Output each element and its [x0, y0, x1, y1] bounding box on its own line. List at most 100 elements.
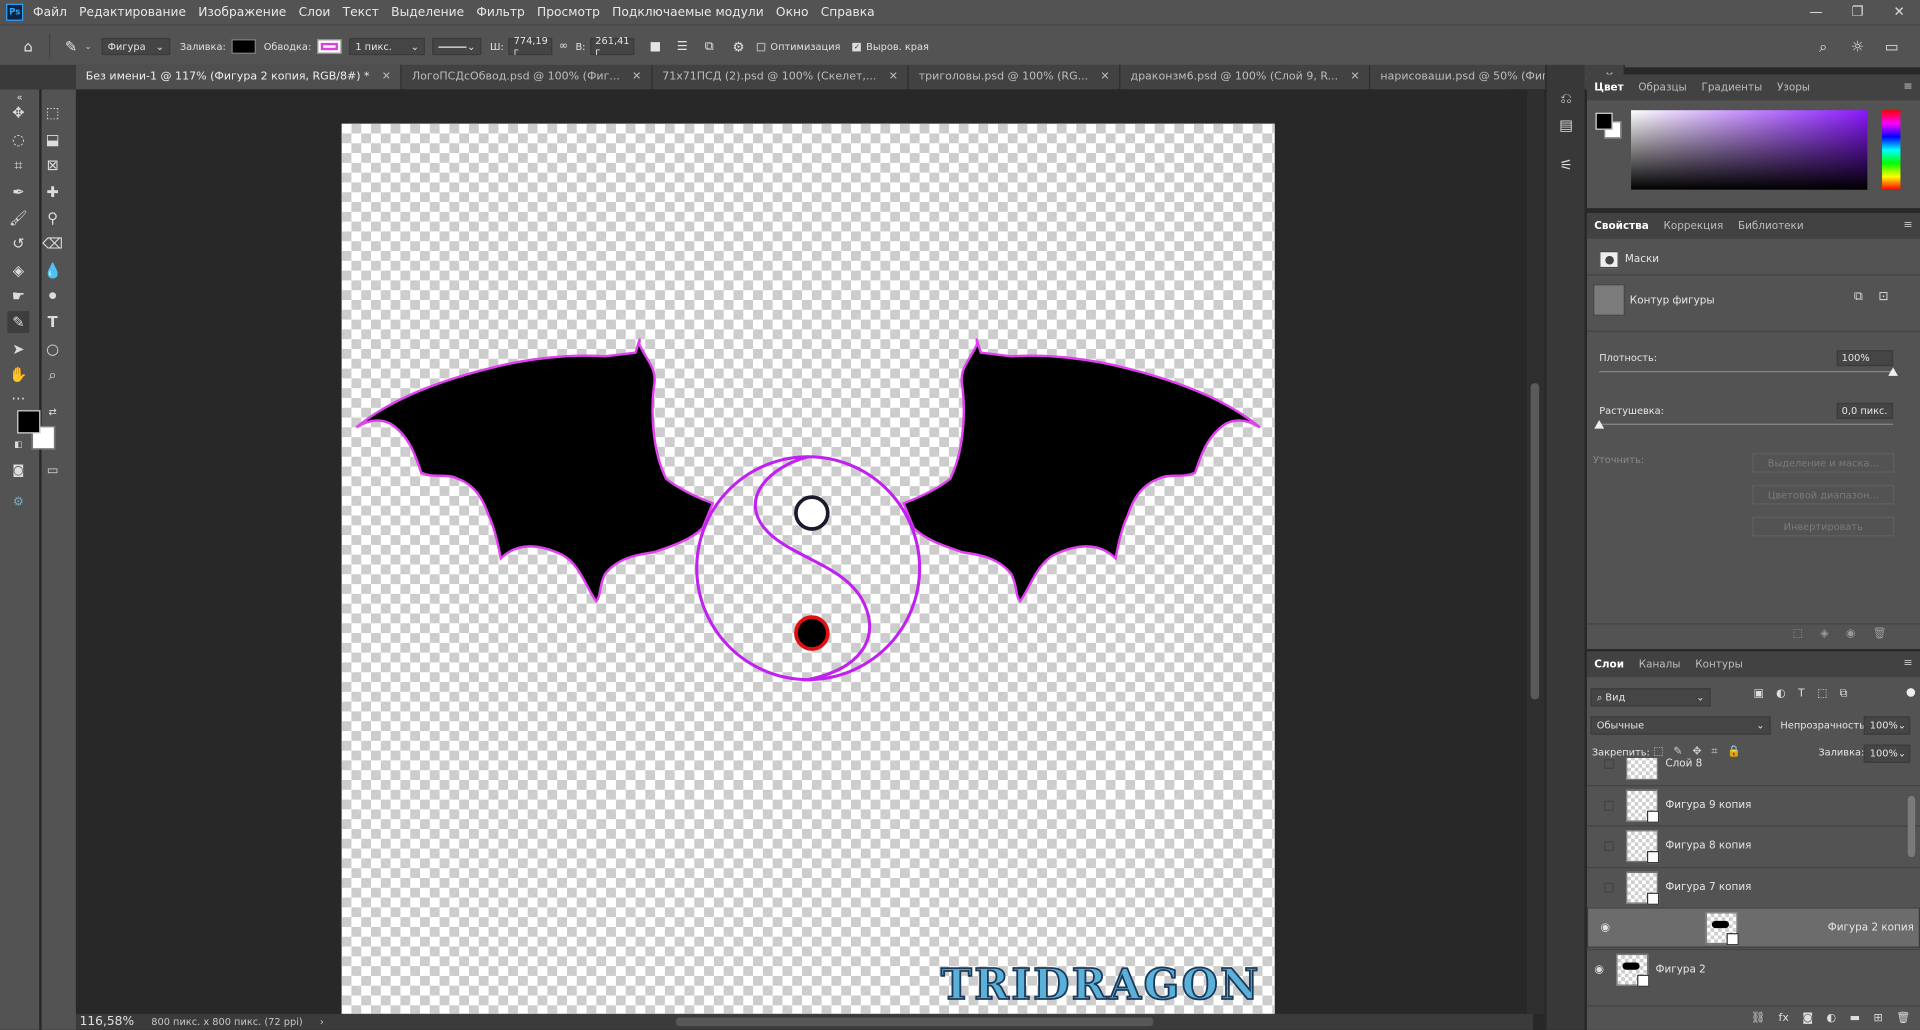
menu-0[interactable]: Файл	[33, 6, 67, 19]
panel-tab[interactable]: Узоры	[1770, 81, 1818, 93]
panel-tab[interactable]: Библиотеки	[1731, 220, 1811, 232]
status-arrow-icon[interactable]: ›	[320, 1016, 324, 1027]
panel-tab[interactable]: Слои	[1587, 658, 1631, 670]
lock-position-icon[interactable]: ✥	[1692, 746, 1701, 758]
select-and-mask-button[interactable]: Выделение и маска...	[1752, 453, 1895, 473]
trash-icon[interactable]: 🗑	[1896, 1012, 1910, 1024]
fx-icon[interactable]: fx	[1778, 1012, 1788, 1024]
document-tab[interactable]: драконзм6.psd @ 100% (Слой 9, R... ✕	[1120, 64, 1371, 90]
filter-shape-icon[interactable]: ⬚	[1817, 688, 1827, 700]
layer-row[interactable]: Фигура 8 копия	[1586, 825, 1920, 865]
menu-5[interactable]: Выделение	[391, 6, 464, 19]
home-icon[interactable]: ⌂	[15, 33, 42, 60]
tool-mode-select[interactable]: Фигура ⌄	[101, 37, 171, 56]
folder-icon[interactable]: ▬	[1850, 1012, 1860, 1024]
blur-tool-icon[interactable]: 💧	[42, 260, 64, 282]
edit-toolbar-icon[interactable]: ⚙	[7, 491, 29, 513]
smudge-tool-icon[interactable]: ☛	[7, 285, 29, 307]
history-brush-tool-icon[interactable]: ↺	[7, 233, 29, 255]
minimize-button[interactable]: —	[1795, 0, 1837, 24]
object-selection-tool-icon[interactable]: ⬓	[42, 129, 64, 151]
panel-tab[interactable]: Каналы	[1631, 658, 1688, 670]
layer-row[interactable]: Фигура 7 копия	[1586, 866, 1920, 906]
height-field[interactable]: 261,41 г	[590, 36, 635, 58]
pen-tool-icon[interactable]: ✎	[7, 311, 30, 334]
filter-smart-object-icon[interactable]: ⧉	[1840, 688, 1848, 700]
width-field[interactable]: 774,19 г	[508, 36, 553, 58]
close-tab-icon[interactable]: ✕	[382, 71, 391, 83]
panel-tab[interactable]: Контуры	[1688, 658, 1750, 670]
screen-mode-icon[interactable]: ▭	[42, 459, 64, 481]
eye-icon[interactable]: ◉	[1593, 921, 1617, 933]
pen-tool-preset-icon[interactable]: ✎	[58, 33, 85, 60]
lock-all-icon[interactable]: 🔒	[1727, 746, 1741, 758]
paint-bucket-tool-icon[interactable]: ◈	[7, 260, 29, 282]
workspace-icon[interactable]: ▭	[1878, 33, 1905, 60]
zoom-level[interactable]: 116,58%	[80, 1015, 134, 1028]
layer-row[interactable]: ◉ Фигура 2	[1586, 948, 1920, 988]
photoshop-logo-icon[interactable]: Ps	[6, 3, 24, 21]
move-tool-icon[interactable]: ✥	[7, 102, 29, 124]
filter-adjustment-icon[interactable]: ◐	[1776, 688, 1786, 700]
vertical-scrollbar[interactable]	[1526, 89, 1545, 1014]
panel-tab[interactable]: Градиенты	[1694, 81, 1769, 93]
path-arrangement-icon[interactable]: ⧉	[696, 33, 723, 60]
layer-row[interactable]: Фигура 9 копия	[1586, 784, 1920, 824]
adjustment-icon[interactable]: ◐	[1827, 1012, 1837, 1024]
eyedropper-tool-icon[interactable]: ✒	[7, 181, 29, 203]
layer-filter-select[interactable]: ⌕ Вид ⌄	[1590, 688, 1711, 707]
visibility-toggle[interactable]	[1604, 800, 1614, 811]
panel-tab[interactable]: Свойства	[1587, 220, 1656, 232]
vector-mask-icon[interactable]: ⊡	[1878, 290, 1888, 303]
mask-icon[interactable]: ◙	[1802, 1012, 1813, 1024]
stroke-swatch[interactable]	[317, 39, 342, 54]
hue-slider[interactable]	[1882, 110, 1901, 190]
filter-type-icon[interactable]: T	[1798, 688, 1805, 700]
discover-icon[interactable]: ☼	[1844, 33, 1871, 60]
fill-swatch[interactable]	[231, 39, 257, 54]
stroke-width-field[interactable]: 1 пикс. ⌄	[349, 37, 426, 56]
collapse-icon[interactable]: «	[9, 91, 31, 102]
gear-icon[interactable]: ⚙	[725, 33, 752, 60]
menu-1[interactable]: Редактирование	[79, 6, 186, 19]
scrollbar-thumb[interactable]	[1530, 383, 1540, 700]
density-slider-thumb[interactable]	[1888, 367, 1898, 376]
lasso-tool-icon[interactable]: ◌	[7, 129, 29, 151]
document-canvas[interactable]: TRIDRAGON	[341, 123, 1275, 1014]
comments-panel-icon[interactable]: ▤	[1555, 114, 1577, 136]
panel-tab[interactable]: Коррекция	[1656, 220, 1730, 232]
layer-row[interactable]: ◉ Фигура 2 копия	[1586, 907, 1920, 948]
zoom-tool-icon[interactable]: ⌕	[42, 364, 64, 386]
visibility-toggle[interactable]	[1604, 882, 1614, 893]
chevron-down-icon[interactable]: ⌄	[84, 42, 91, 52]
swap-colors-icon[interactable]: ⇄	[47, 405, 59, 417]
visibility-toggle[interactable]	[1604, 759, 1614, 769]
feather-slider-thumb[interactable]	[1594, 420, 1605, 429]
panel-menu-icon[interactable]: ≡	[1903, 219, 1912, 231]
crop-tool-icon[interactable]: ⌗	[7, 154, 29, 176]
menu-9[interactable]: Окно	[776, 6, 809, 19]
layer-row[interactable]: Слой 8	[1587, 757, 1920, 784]
color-range-button[interactable]: Цветовой диапазон...	[1752, 484, 1895, 505]
foreground-color-swatch[interactable]	[17, 410, 41, 434]
density-field[interactable]: 100%	[1836, 350, 1894, 367]
opacity-field[interactable]: 100% ⌄	[1863, 716, 1911, 735]
menu-4[interactable]: Текст	[343, 6, 379, 19]
new-layer-icon[interactable]: ⊞	[1874, 1012, 1883, 1024]
path-operations-icon[interactable]: ■	[642, 33, 669, 60]
panel-menu-icon[interactable]: ≡	[1903, 658, 1912, 670]
path-alignment-icon[interactable]: ☰	[669, 33, 696, 60]
load-selection-icon[interactable]: ⬚	[1793, 628, 1803, 640]
menu-6[interactable]: Фильтр	[476, 6, 524, 19]
stroke-type-select[interactable]: ⌄	[432, 37, 482, 56]
apply-mask-icon[interactable]: ◈	[1820, 628, 1828, 640]
link-dimensions-icon[interactable]: ∞	[559, 40, 568, 52]
panel-tab[interactable]: Образцы	[1631, 81, 1694, 93]
lock-pixels-icon[interactable]: ✎	[1673, 746, 1682, 758]
default-colors-icon[interactable]: ◧	[12, 438, 24, 450]
document-tab[interactable]: триголовы.psd @ 100% (RG... ✕	[908, 64, 1121, 90]
clone-stamp-tool-icon[interactable]: ⚲	[42, 207, 64, 229]
path-selection-tool-icon[interactable]: ➤	[7, 338, 29, 360]
dodge-tool-icon[interactable]: ⚫	[42, 285, 64, 307]
ellipse-tool-icon[interactable]: ○	[42, 338, 64, 360]
